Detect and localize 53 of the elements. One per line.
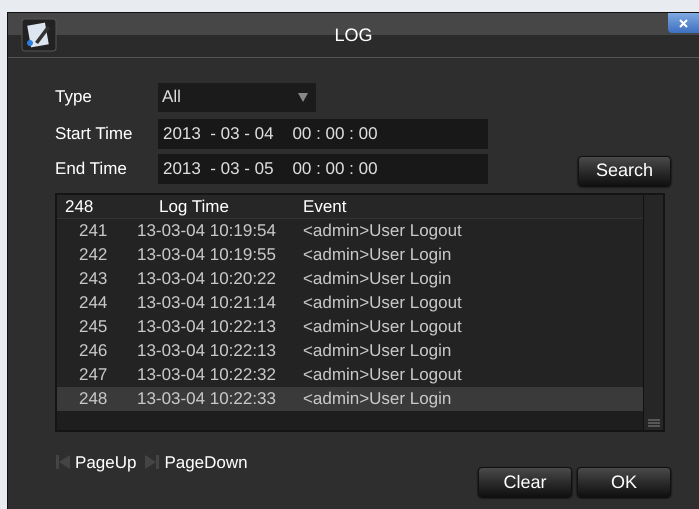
log-row[interactable]: 248 13-03-04 10:22:33 <admin>User Login — [57, 387, 643, 411]
log-row[interactable]: 242 13-03-04 10:19:55 <admin>User Login — [57, 243, 643, 267]
column-header: 248 — [64, 196, 94, 218]
table-cell-text: <admin>User Logout — [303, 364, 462, 386]
table-cell-text: 248 — [78, 388, 108, 410]
table-cell-text: 13-03-04 10:19:54 — [136, 220, 277, 242]
table-cell-text: 243 — [78, 268, 108, 290]
table-cell-text: <admin>User Login — [303, 268, 452, 290]
table-cell-text: <admin>User Login — [303, 388, 452, 410]
table-cell-text: <admin>User Logout — [303, 292, 462, 314]
close-button[interactable] — [668, 13, 699, 33]
scroll-grip-icon — [646, 418, 660, 428]
log-row[interactable]: 247 13-03-04 10:22:32 <admin>User Logout — [57, 363, 643, 387]
page-down-link[interactable]: PageDown — [164, 450, 248, 475]
table-cell-text: 13-03-04 10:20:22 — [136, 268, 277, 290]
table-cell-text: 13-03-04 10:22:13 — [136, 316, 277, 338]
table-cell-text: 13-03-04 10:22:32 — [136, 364, 277, 386]
scrollbar[interactable] — [643, 195, 663, 430]
column-header: Event — [303, 196, 346, 218]
table-cell-text: 245 — [78, 316, 108, 338]
table-cell-text: 13-03-04 10:22:33 — [136, 388, 277, 410]
close-icon — [679, 18, 688, 28]
table-cell-text: 242 — [78, 244, 108, 266]
dropdown-caret-icon — [298, 92, 308, 102]
log-row[interactable]: 243 13-03-04 10:20:22 <admin>User Login — [57, 267, 643, 291]
page-up-link[interactable]: PageUp — [75, 450, 136, 475]
table-cell-text: 13-03-04 10:22:13 — [136, 340, 277, 362]
end-time-field[interactable]: 2013 - 03 - 05 00 : 00 : 00 — [158, 154, 488, 184]
log-row[interactable]: 241 13-03-04 10:19:54 <admin>User Logout — [57, 219, 643, 243]
end-time-label: End Time — [55, 158, 128, 180]
table-cell-text: 13-03-04 10:19:55 — [136, 244, 277, 266]
log-row[interactable]: 246 13-03-04 10:22:13 <admin>User Login — [57, 339, 643, 363]
table-cell-text: 247 — [78, 364, 108, 386]
window-title: LOG — [333, 24, 374, 46]
table-cell-text: <admin>User Logout — [303, 220, 462, 242]
start-time-label: Start Time — [55, 122, 134, 145]
table-cell-text: 13-03-04 10:21:14 — [136, 292, 277, 314]
type-dropdown[interactable]: All — [158, 82, 316, 112]
table-cell-text: 241 — [78, 220, 108, 242]
start-time-field[interactable]: 2013 - 03 - 04 00 : 00 : 00 — [158, 118, 488, 148]
table-cell-text: <admin>User Login — [303, 340, 452, 362]
type-label: Type — [55, 86, 93, 108]
column-header: Log Time — [158, 196, 230, 218]
table-cell-text: <admin>User Logout — [303, 316, 462, 338]
log-row[interactable]: 244 13-03-04 10:21:14 <admin>User Logout — [57, 291, 643, 315]
search-button[interactable]: Search — [578, 156, 671, 186]
table-cell-text: 244 — [78, 292, 108, 314]
notepad-icon — [21, 18, 57, 52]
ok-button[interactable]: OK — [577, 467, 671, 497]
log-row[interactable]: 245 13-03-04 10:22:13 <admin>User Logout — [57, 315, 643, 339]
clear-button[interactable]: Clear — [478, 467, 572, 497]
table-cell-text: 246 — [78, 340, 108, 362]
table-cell-text: <admin>User Login — [303, 244, 452, 266]
